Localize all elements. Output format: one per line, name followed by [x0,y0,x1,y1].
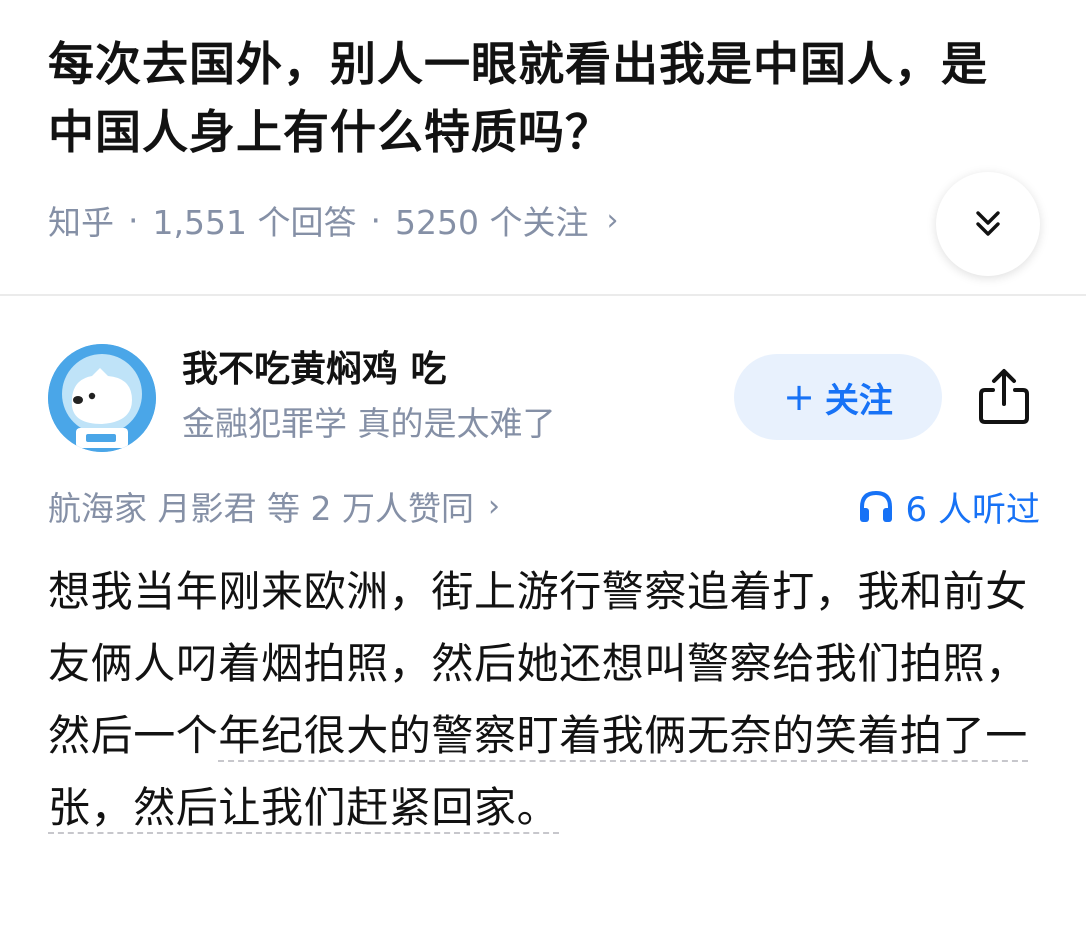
zhihu-answer-page: 每次去国外，别人一眼就看出我是中国人，是中国人身上有什么特质吗？ 知乎 · 1,… [0,0,1086,943]
share-button[interactable] [972,364,1036,428]
source-label: 知乎 [48,203,114,242]
double-chevron-down-icon [976,211,1000,236]
expand-question-button[interactable] [936,172,1040,276]
polar-bear-astronaut-icon [48,344,156,452]
author-bio: 金融犯罪学 真的是太难了 [182,404,556,443]
section-divider [0,294,1086,296]
answer-content[interactable]: 想我当年刚来欧洲，街上游行警察追着打，我和前女友俩人叼着烟拍照，然后她还想叫警察… [48,556,1038,844]
plus-icon: + [783,375,815,419]
answer-count: 1,551 个回答 [152,203,357,242]
question-meta[interactable]: 知乎 · 1,551 个回答 · 5250 个关注 › [48,196,618,244]
listened-count[interactable]: 6 人听过 [858,480,1040,532]
author-name[interactable]: 我不吃黄焖鸡 吃 [182,344,447,396]
listened-text: 6 人听过 [905,489,1040,530]
meta-separator: · [128,200,139,240]
endorse-text: 航海家 月影君 等 2 万人赞同 [48,489,474,528]
share-icon [979,369,1029,424]
chevron-right-icon: › [487,488,500,524]
meta-separator: · [370,200,381,240]
endorse-summary[interactable]: 航海家 月影君 等 2 万人赞同 › [48,480,500,532]
avatar[interactable] [48,344,156,452]
follow-button[interactable]: + 关注 [734,354,942,440]
follower-count: 5250 个关注 [394,203,589,242]
headphones-icon [859,490,892,522]
follow-label: 关注 [824,380,893,421]
chevron-right-icon: › [606,202,619,238]
question-title[interactable]: 每次去国外，别人一眼就看出我是中国人，是中国人身上有什么特质吗？ [48,30,998,166]
